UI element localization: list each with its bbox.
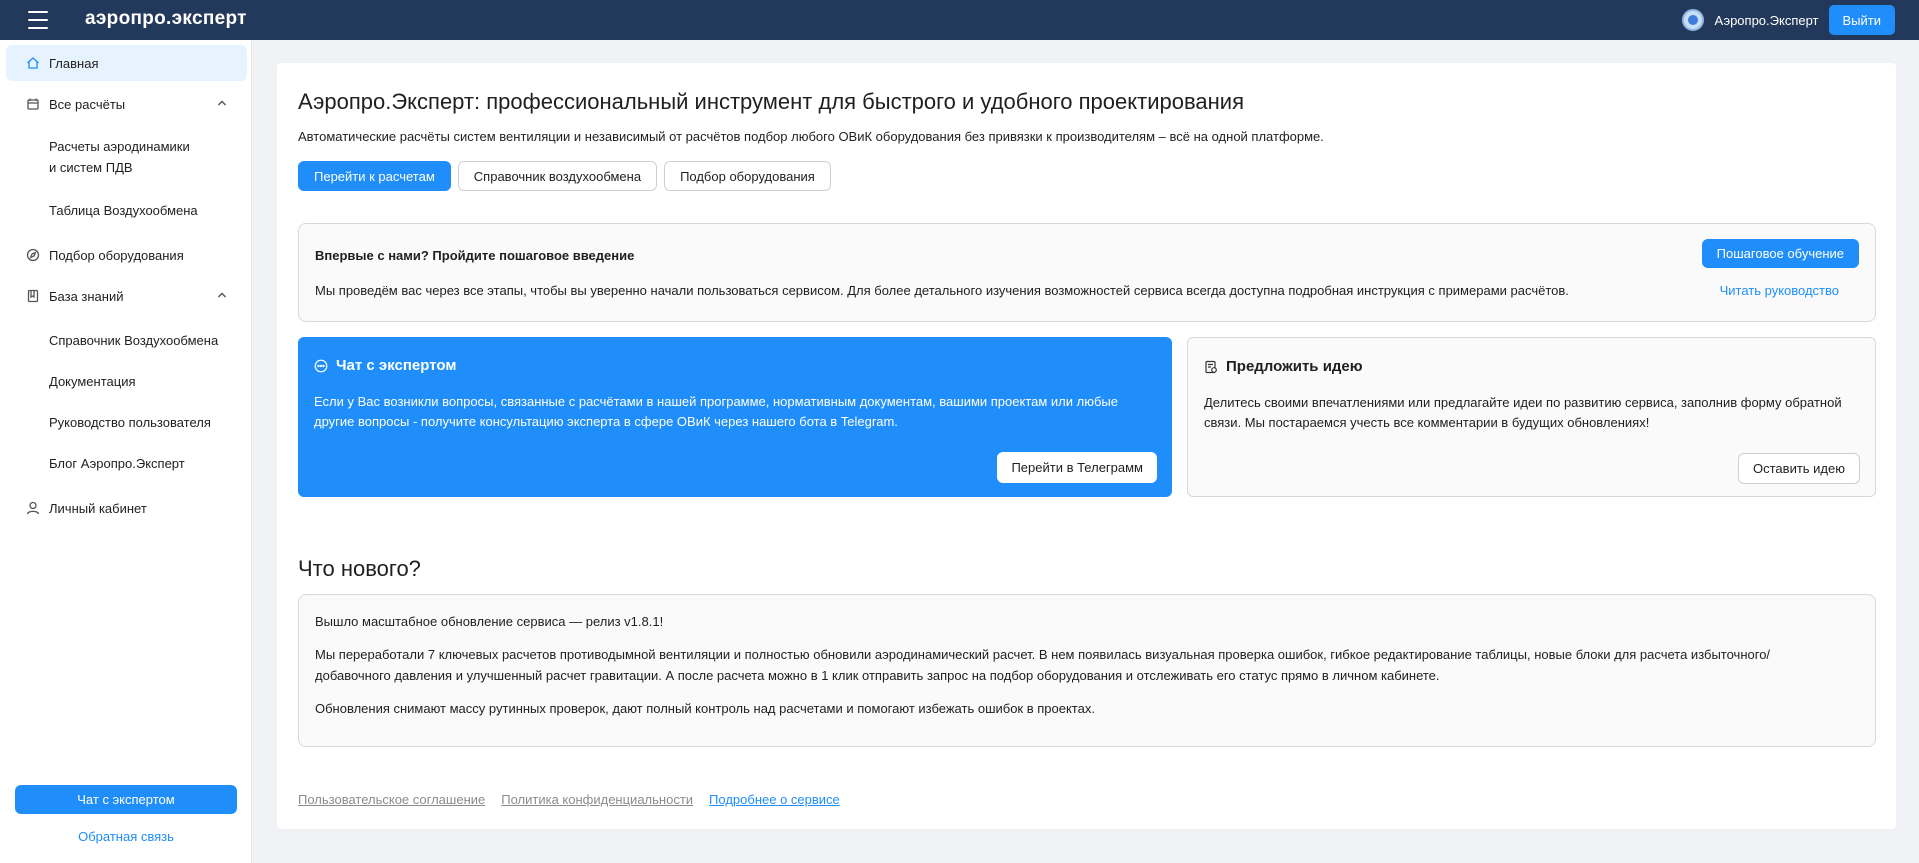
sidebar: Главная Все расчёты Расчеты аэродинамики… (0, 40, 252, 863)
footer-links: Пользовательское соглашение Политика кон… (298, 792, 840, 807)
chat-card-title: Чат с экспертом (336, 357, 457, 374)
sidebar-item-account[interactable]: Личный кабинет (6, 490, 247, 526)
user-agreement-link[interactable]: Пользовательское соглашение (298, 792, 485, 807)
header-user-area: Аэропро.Эксперт Выйти (1682, 5, 1895, 35)
compass-icon (26, 248, 40, 262)
idea-document-icon (1204, 360, 1218, 374)
chevron-up-icon[interactable] (217, 98, 227, 108)
intro-title: Впервые с нами? Пройдите пошаговое введе… (315, 248, 635, 263)
sidebar-item-equipment[interactable]: Подбор оборудования (6, 237, 247, 273)
app-logo[interactable]: аэропро.эксперт (85, 8, 247, 30)
home-icon (26, 56, 40, 70)
page-title: Аэропро.Эксперт: профессиональный инстру… (298, 89, 1244, 114)
news-paragraph: Обновления снимают массу рутинных провер… (315, 701, 1095, 716)
chat-card-text: Если у Вас возникли вопросы, связанные с… (314, 394, 1118, 429)
username[interactable]: Аэропро.Эксперт (1714, 13, 1818, 28)
feedback-link[interactable]: Обратная связь (0, 829, 252, 844)
sidebar-item-label: Главная (49, 55, 99, 71)
user-avatar-icon[interactable] (1682, 9, 1705, 31)
idea-card-title: Предложить идею (1226, 358, 1363, 375)
news-paragraph: добавочного давления и улучшенный расчет… (315, 668, 1440, 683)
leave-idea-button[interactable]: Оставить идею (1738, 453, 1860, 484)
intro-text: Мы проведём вас через все этапы, чтобы в… (315, 283, 1569, 298)
about-service-link[interactable]: Подробнее о сервисе (709, 792, 840, 807)
calculator-icon (26, 97, 40, 111)
chat-expert-button[interactable]: Чат с экспертом (15, 785, 237, 814)
air-reference-button[interactable]: Справочник воздухообмена (457, 161, 658, 191)
menu-icon[interactable] (28, 11, 48, 29)
privacy-policy-link[interactable]: Политика конфиденциальности (501, 792, 693, 807)
main-content: Аэропро.Эксперт: профессиональный инстру… (277, 63, 1896, 829)
sidebar-subitem-blog[interactable]: Блог Аэропро.Эксперт (49, 453, 185, 474)
suggest-idea-card: Предложить идею Делитесь своими впечатле… (1187, 337, 1876, 497)
sidebar-item-label: Личный кабинет (49, 500, 147, 516)
news-paragraph: Вышло масштабное обновление сервиса — ре… (315, 614, 664, 629)
sidebar-item-label: Подбор оборудования (49, 247, 184, 263)
top-header: аэропро.эксперт Аэропро.Эксперт Выйти (0, 0, 1919, 40)
telegram-button[interactable]: Перейти в Телеграмм (997, 452, 1157, 483)
go-to-calcs-button[interactable]: Перейти к расчетам (298, 161, 451, 191)
intro-card: Впервые с нами? Пройдите пошаговое введе… (298, 223, 1876, 322)
page-subtitle: Автоматические расчёты систем вентиляции… (298, 129, 1324, 144)
chat-expert-card: Чат с экспертом Если у Вас возникли вопр… (298, 337, 1172, 497)
book-icon (26, 289, 40, 303)
user-icon (26, 501, 40, 515)
equipment-selection-button[interactable]: Подбор оборудования (664, 161, 831, 191)
sidebar-item-label: Все расчёты (49, 96, 126, 112)
news-card: Вышло масштабное обновление сервиса — ре… (298, 594, 1876, 747)
logout-button[interactable]: Выйти (1828, 5, 1895, 35)
sidebar-subitem-air-table[interactable]: Таблица Воздухообмена (49, 200, 198, 221)
quick-actions: Перейти к расчетам Справочник воздухообм… (298, 161, 831, 191)
news-title: Что нового? (298, 556, 421, 581)
sidebar-item-all-calcs[interactable]: Все расчёты (6, 86, 247, 122)
idea-card-text: Делитесь своими впечатлениями или предла… (1204, 395, 1842, 430)
sidebar-subitem-docs[interactable]: Документация (49, 371, 136, 392)
sidebar-subitem-air-reference[interactable]: Справочник Воздухообмена (49, 330, 218, 351)
chat-card-header: Чат с экспертом (314, 357, 456, 374)
step-tutorial-button[interactable]: Пошаговое обучение (1701, 239, 1859, 268)
sidebar-subitem-user-guide[interactable]: Руководство пользователя (49, 412, 211, 433)
chevron-up-icon[interactable] (217, 290, 227, 300)
sidebar-subitem-aero[interactable]: Расчеты аэродинамики и систем ПДВ (49, 136, 190, 178)
sidebar-item-knowledge[interactable]: База знаний (6, 278, 247, 314)
idea-card-header: Предложить идею (1204, 358, 1363, 375)
read-guide-link[interactable]: Читать руководство (1720, 283, 1839, 298)
sidebar-item-label: База знаний (49, 288, 124, 304)
news-paragraph: Мы переработали 7 ключевых расчетов прот… (315, 647, 1771, 662)
chat-bubble-icon (314, 359, 328, 373)
sidebar-item-home[interactable]: Главная (6, 45, 247, 81)
